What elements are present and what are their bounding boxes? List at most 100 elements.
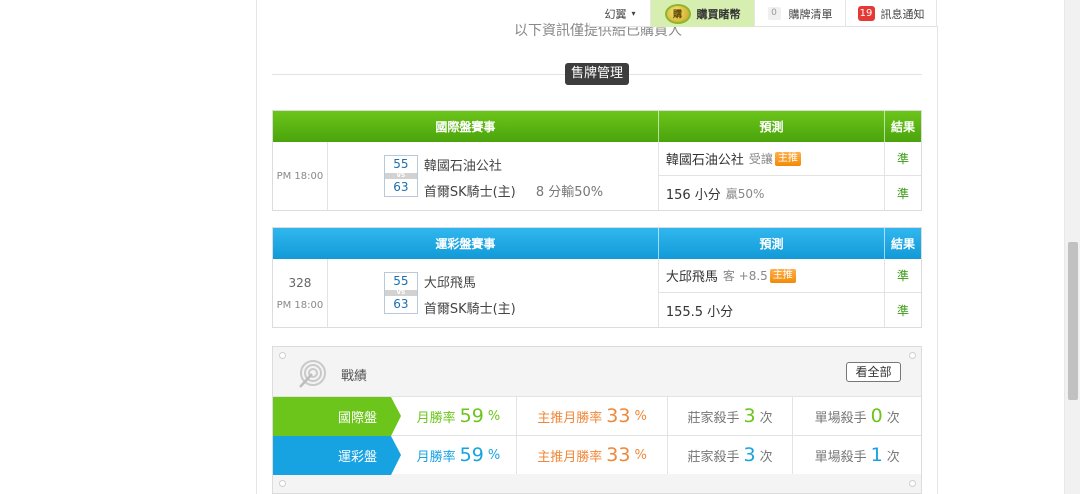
vertical-scrollbar[interactable] <box>1064 0 1080 494</box>
monthly-win-rate-value: 59 <box>459 444 484 466</box>
game-teams: 55 VS 63 大邱飛馬 首爾SK騎士(主) <box>328 259 659 327</box>
page-left-background <box>0 0 256 494</box>
record-panel: 戰績 看全部 國際盤 月勝率 59 % 主推月勝率 33 % 莊家殺手 3 次 <box>272 346 922 494</box>
record-header: 戰績 看全部 <box>273 347 921 396</box>
view-all-button[interactable]: 看全部 <box>846 362 901 382</box>
single-game-killer: 單場殺手 0 次 <box>793 397 921 435</box>
single-game-killer-label: 單場殺手 <box>814 410 867 426</box>
prediction-team: 韓國石油公社 <box>665 153 744 168</box>
banker-killer: 莊家殺手 3 次 <box>668 436 794 474</box>
result-spread: 準 <box>885 142 921 176</box>
score-away: 63 <box>393 180 409 194</box>
team-away-name: 大邱飛馬 <box>423 276 476 291</box>
scrollbar-thumb[interactable] <box>1068 242 1078 400</box>
main-pick-win-rate-value: 33 <box>606 405 631 427</box>
main-pick-win-rate-label: 主推月勝率 <box>537 410 603 426</box>
cart-count-badge: 0 <box>767 7 781 20</box>
monthly-win-rate: 月勝率 59 % <box>391 397 518 435</box>
percent-sign: % <box>634 447 647 463</box>
notifications-button[interactable]: 19 訊息通知 <box>846 0 937 27</box>
main-pick-badge: 主推 <box>769 268 796 283</box>
buy-coins-button[interactable]: 購 購買睹幣 <box>651 0 755 27</box>
record-row-sports-lottery: 運彩盤 月勝率 59 % 主推月勝率 33 % 莊家殺手 3 次 單場殺手 1 <box>273 435 921 475</box>
header-prediction: 預測 <box>659 228 886 259</box>
game-time-text: PM 18:00 <box>276 299 324 311</box>
score-box: 55 VS 63 <box>383 272 418 314</box>
prediction-total: 156 小分 贏50% <box>659 176 884 210</box>
international-game-table: 國際盤賽事 預測 結果 PM 18:00 55 VS 63 韓國石油公社 首爾S… <box>272 110 922 211</box>
prediction-total-note: 贏50% <box>725 186 765 201</box>
purchase-list-button[interactable]: 0 購牌清單 <box>755 0 846 27</box>
table-row: 328 PM 18:00 55 VS 63 大邱飛馬 首爾SK騎士(主) 大邱飛… <box>273 259 921 327</box>
purchase-list-label: 購牌清單 <box>788 7 833 21</box>
corner-dot <box>909 480 916 487</box>
percent-sign: % <box>487 408 501 424</box>
banker-killer-value: 3 <box>743 444 756 466</box>
notification-count-badge: 19 <box>857 6 875 21</box>
record-row-international: 國際盤 月勝率 59 % 主推月勝率 33 % 莊家殺手 3 次 單場殺手 0 <box>273 396 921 436</box>
times-unit: 次 <box>886 410 900 426</box>
score-box: 55 VS 63 <box>383 155 418 197</box>
table-row: PM 18:00 55 VS 63 韓國石油公社 首爾SK騎士(主) 8 分輸5… <box>273 142 921 210</box>
buy-coins-label: 購買睹幣 <box>696 7 741 21</box>
times-unit: 次 <box>759 410 773 426</box>
predictions: 大邱飛馬 客 +8.5 主推 155.5 小分 <box>658 259 886 327</box>
record-label: 國際盤 <box>273 397 401 436</box>
sale-management-button[interactable]: 售牌管理 <box>565 63 629 85</box>
header-result: 結果 <box>891 237 916 251</box>
game-time: PM 18:00 <box>273 142 328 210</box>
label-arrow <box>391 436 401 475</box>
corner-dot <box>279 352 286 359</box>
chevron-down-icon: ▾ <box>631 9 636 18</box>
prediction-spread: 大邱飛馬 客 +8.5 主推 <box>658 259 885 293</box>
results: 準 準 <box>885 259 921 327</box>
percent-sign: % <box>634 408 647 424</box>
result-total: 準 <box>897 303 910 318</box>
main-pick-badge: 主推 <box>774 151 801 166</box>
user-menu[interactable]: 幻翼 ▾ <box>590 0 651 27</box>
main-content: 以下資訊僅提供給已購買人 售牌管理 國際盤賽事 預測 結果 PM 18:00 5… <box>256 0 938 494</box>
record-title: 戰績 <box>341 369 368 384</box>
game-note: 8 分輸50% <box>535 185 604 200</box>
header-game: 國際盤賽事 <box>273 111 659 142</box>
main-pick-win-rate: 主推月勝率 33 % <box>517 436 668 474</box>
section-divider: 售牌管理 <box>272 63 922 85</box>
user-name: 幻翼 <box>604 7 627 21</box>
game-number: 328 <box>288 275 312 290</box>
banker-killer-label: 莊家殺手 <box>687 449 740 465</box>
coin-icon: 購 <box>664 3 691 24</box>
single-game-killer: 單場殺手 1 次 <box>793 436 921 474</box>
result-spread: 準 <box>885 259 921 293</box>
prediction-team: 大邱飛馬 <box>665 270 718 285</box>
banker-killer-value: 3 <box>743 405 756 427</box>
score-away: 63 <box>393 297 409 311</box>
times-unit: 次 <box>886 449 900 465</box>
sports-lottery-game-table: 運彩盤賽事 預測 結果 328 PM 18:00 55 VS 63 大邱飛馬 首… <box>272 227 922 328</box>
target-icon <box>299 360 326 388</box>
monthly-win-rate-value: 59 <box>459 405 484 427</box>
score-home: 55 <box>393 274 409 288</box>
prediction-total-value: 155.5 小分 <box>665 304 734 320</box>
game-teams: 55 VS 63 韓國石油公社 首爾SK騎士(主) 8 分輸50% <box>328 142 659 210</box>
corner-dot <box>909 352 916 359</box>
table-header: 國際盤賽事 預測 結果 <box>273 111 921 142</box>
game-time: 328 PM 18:00 <box>273 259 328 327</box>
team-home-name: 首爾SK騎士(主) <box>423 185 516 200</box>
prediction-handicap: 客 +8.5 <box>722 269 768 283</box>
team-away-name: 韓國石油公社 <box>423 159 502 174</box>
record-footer <box>273 474 921 494</box>
single-game-killer-value: 0 <box>870 405 883 427</box>
prediction-spread: 韓國石油公社 受讓 主推 <box>658 142 885 176</box>
team-home-name: 首爾SK騎士(主) <box>423 302 516 317</box>
top-bar: 幻翼 ▾ 購 購買睹幣 0 購牌清單 19 訊息通知 <box>590 0 938 27</box>
single-game-killer-value: 1 <box>870 444 883 466</box>
main-pick-win-rate-label: 主推月勝率 <box>537 449 603 465</box>
header-result: 結果 <box>891 120 916 134</box>
header-prediction: 預測 <box>659 111 886 142</box>
percent-sign: % <box>487 447 501 463</box>
results: 準 準 <box>885 142 921 210</box>
score-home: 55 <box>393 157 409 171</box>
main-pick-win-rate-value: 33 <box>606 444 631 466</box>
main-pick-win-rate: 主推月勝率 33 % <box>517 397 668 435</box>
label-arrow <box>391 397 401 436</box>
